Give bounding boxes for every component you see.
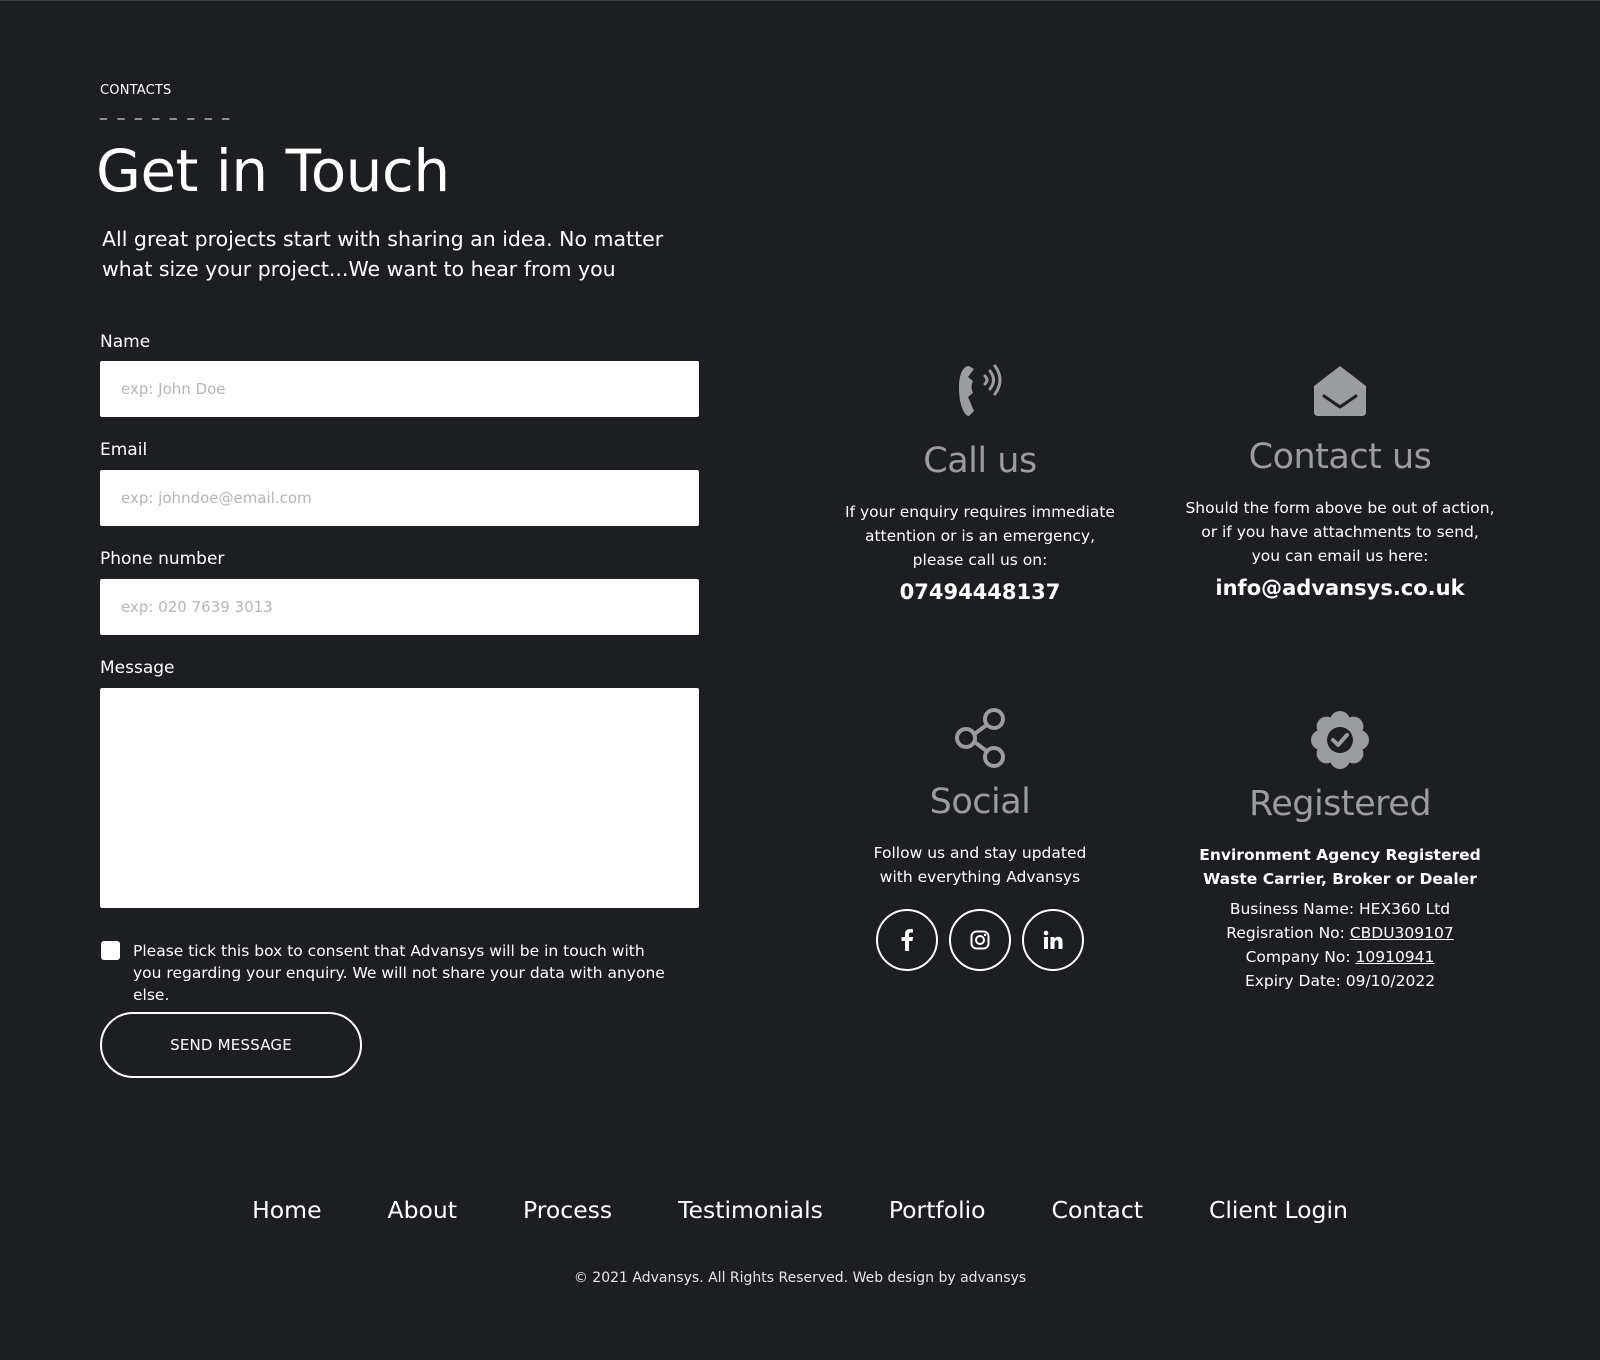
nav-item-client-login[interactable]: Client Login [1209,1196,1348,1224]
linkedin-link[interactable] [1022,909,1084,971]
page-title: Get in Touch [96,137,450,205]
company-row: Company No: 10910941 [1160,945,1520,969]
company-number-link[interactable]: 10910941 [1356,948,1435,966]
social-desc-line: Follow us and stay updated [873,844,1087,862]
facebook-icon [901,929,913,951]
nav-item-portfolio[interactable]: Portfolio [889,1196,986,1224]
send-message-button[interactable]: SEND MESSAGE [100,1012,362,1078]
consent-text: Please tick this box to consent that Adv… [133,942,665,1004]
email-link[interactable]: info@advansys.co.uk [1160,576,1520,600]
message-textarea[interactable] [100,688,699,908]
phone-number-link[interactable]: 07494448137 [830,580,1130,604]
envelope-open-icon [1314,366,1366,416]
call-us-block: Call us If your enquiry requires immedia… [830,360,1130,604]
social-desc-line: with everything Advansys [879,868,1081,886]
instagram-link[interactable] [949,909,1011,971]
name-input[interactable] [100,361,699,417]
call-desc-line: attention or is an emergency, [864,527,1096,545]
registered-description: Environment Agency Registered Waste Carr… [1160,843,1520,891]
expiry-date: Expiry Date: 09/10/2022 [1244,972,1436,990]
company-label: Company No: [1245,948,1356,966]
nav-item-contact[interactable]: Contact [1052,1196,1143,1224]
nav-item-process[interactable]: Process [523,1196,612,1224]
contact-desc-line: Should the form above be out of action, [1185,499,1495,517]
call-desc-line: If your enquiry requires immediate [845,503,1115,521]
registered-block: Registered Environment Agency Registered… [1160,709,1520,993]
registered-bold-line: Waste Carrier, Broker or Dealer [1203,870,1477,888]
eyebrow-dashes: _ _ _ _ _ _ _ _ [100,104,233,120]
contact-us-description: Should the form above be out of action, … [1160,496,1520,568]
contact-desc-line: you can email us here: [1251,547,1429,565]
intro-text: All great projects start with sharing an… [102,227,664,281]
contact-us-block: Contact us Should the form above be out … [1160,362,1520,600]
message-label: Message [100,658,175,678]
call-us-title: Call us [923,441,1037,481]
business-name: Business Name: HEX360 Ltd [1229,900,1451,918]
email-input[interactable] [100,470,699,526]
section-eyebrow: CONTACTS [100,83,172,98]
instagram-icon [970,930,990,950]
consent-checkbox[interactable] [101,941,120,960]
social-description: Follow us and stay updated with everythi… [830,841,1130,889]
call-desc-line: please call us on: [912,551,1048,569]
nav-item-about[interactable]: About [388,1196,457,1224]
phone-label: Phone number [100,549,225,569]
name-label: Name [100,332,151,352]
contact-us-title: Contact us [1248,437,1432,477]
phone-icon [959,364,1002,416]
footer-nav: Home About Process Testimonials Portfoli… [0,1196,1600,1224]
email-label: Email [100,440,148,460]
facebook-link[interactable] [876,909,938,971]
social-block: Social Follow us and stay updated with e… [830,707,1130,971]
verified-badge-icon [1311,711,1369,769]
registration-row: Regisration No: CBDU309107 [1160,921,1520,945]
registered-title: Registered [1248,784,1432,824]
social-links [830,909,1130,971]
contact-desc-line: or if you have attachments to send, [1201,523,1479,541]
nav-item-home[interactable]: Home [252,1196,321,1224]
registered-bold-line: Environment Agency Registered [1199,846,1481,864]
top-border [0,0,1600,1]
phone-input[interactable] [100,579,699,635]
nav-item-testimonials[interactable]: Testimonials [678,1196,823,1224]
registration-details: Business Name: HEX360 Ltd Regisration No… [1160,897,1520,993]
share-icon [955,708,1005,768]
registration-label: Regisration No: [1226,924,1350,942]
linkedin-icon [1043,930,1063,949]
call-us-description: If your enquiry requires immediate atten… [830,500,1130,572]
registration-number-link[interactable]: CBDU309107 [1350,924,1454,942]
copyright-text: © 2021 Advansys. All Rights Reserved. We… [573,1270,1027,1286]
social-title: Social [929,782,1031,822]
